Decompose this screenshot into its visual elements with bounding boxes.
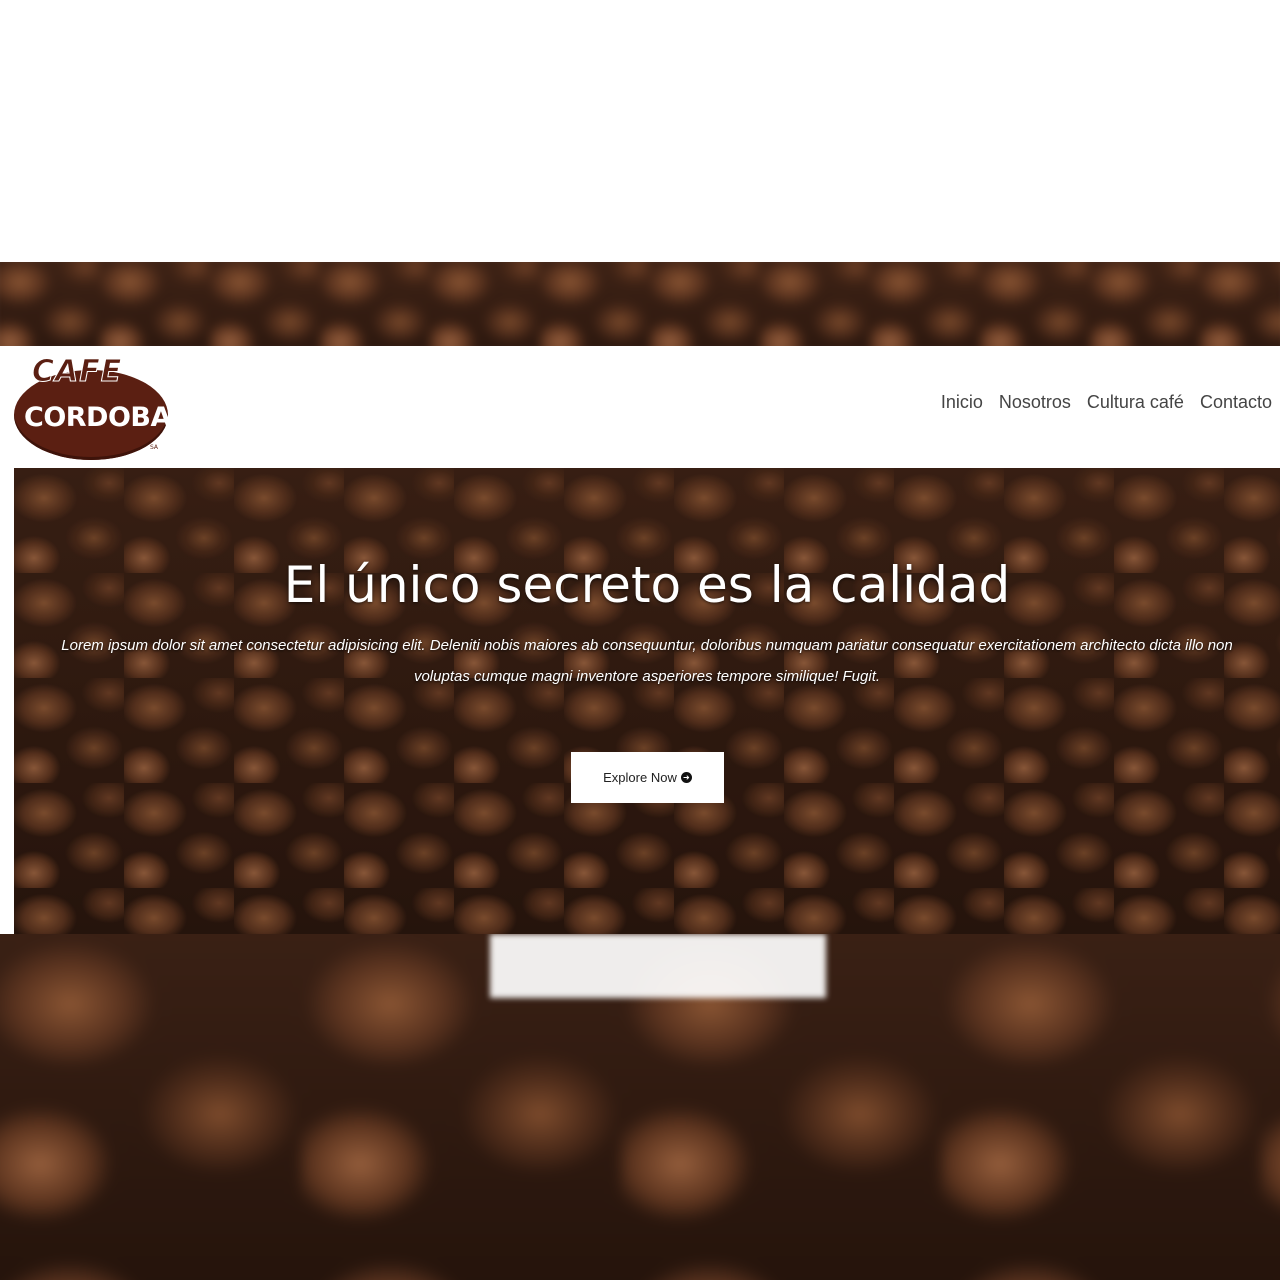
nav-item-contacto[interactable]: Contacto <box>1200 392 1272 413</box>
blurred-background-strip-top <box>0 262 1280 346</box>
logo-mark: SA <box>150 444 159 451</box>
nav-item-nosotros[interactable]: Nosotros <box>999 392 1071 413</box>
nav-item-inicio[interactable]: Inicio <box>941 392 983 413</box>
hero-description: Lorem ipsum dolor sit amet consectetur a… <box>61 637 1233 685</box>
hero-overlay <box>14 468 1280 934</box>
hero-banner: El único secreto es la calidad Lorem ips… <box>14 468 1280 934</box>
blurred-background-bottom <box>0 934 1280 1280</box>
logo-line-1: CAFE <box>31 354 123 390</box>
arrow-right-circle-icon: ➜ <box>680 772 692 783</box>
navbar: CAFE CORDOBA SA Inicio Nosotros Cultura … <box>0 346 1280 468</box>
logo-line-2: CORDOBA <box>24 402 171 433</box>
explore-now-label: Explore Now <box>603 770 677 785</box>
cafe-cordoba-logo[interactable]: CAFE CORDOBA SA <box>14 354 171 462</box>
blurred-button-reflection <box>490 934 826 998</box>
nav-item-cultura-cafe[interactable]: Cultura café <box>1087 392 1184 413</box>
main-nav: Inicio Nosotros Cultura café Contacto <box>941 392 1272 413</box>
hero-title: El único secreto es la calidad <box>283 556 1011 614</box>
coffee-beans-image <box>0 262 1280 346</box>
explore-now-button[interactable]: Explore Now ➜ <box>571 752 724 803</box>
